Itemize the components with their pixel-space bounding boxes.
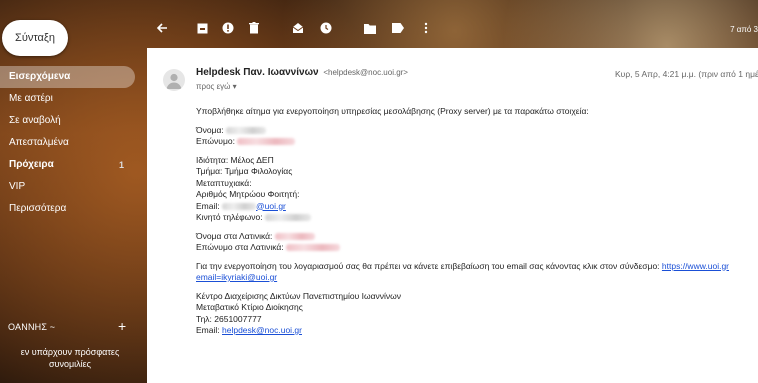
message-counter: 7 από 3 [730,25,758,34]
signature-email-link[interactable]: helpdesk@noc.uoi.gr [222,325,302,335]
sidebar-item-vip[interactable]: VIP [0,176,136,198]
delete-icon[interactable] [246,20,262,36]
department-row: Τμήμα: Τμήμα Φιλολογίας [196,166,293,176]
email-domain-link[interactable]: @uoi.gr [256,201,286,211]
redacted-value [274,232,315,240]
mark-unread-icon[interactable] [290,20,306,36]
sidebar-item-label: Περισσότερα [9,203,67,214]
hangouts-user-name[interactable]: ΟΑΝΝΗΣ ~ [8,322,55,332]
redacted-value [264,214,311,222]
drafts-count: 1 [118,160,124,170]
hangouts-empty-line: εν υπάρχουν πρόσφατες [20,347,120,357]
compose-label: Σύνταξη [15,32,55,44]
latin-first-name-label: Όνομα στα Λατινικά: [196,230,273,241]
back-arrow-icon[interactable] [154,20,170,36]
first-name-label: Όνομα: [196,124,224,135]
snooze-icon[interactable] [318,20,334,36]
message-date: Κυρ, 5 Απρ, 4:21 μ.μ. (πριν από 1 ημέρ [615,69,758,79]
sidebar-item-label: Σε αναβολή [9,115,61,126]
redacted-value [286,244,340,252]
postgrad-row: Μεταπτυχιακά: [196,177,252,188]
message-panel: Helpdesk Παν. Ιωαννίνων <helpdesk@noc.uo… [147,48,758,383]
more-vert-icon[interactable] [418,20,434,36]
sidebar-item-label: Απεσταλμένα [9,137,69,148]
activation-link[interactable]: https://www.uoi.gr [662,261,729,271]
move-to-icon[interactable] [362,20,378,36]
activation-row-cont: email=ikyriaki@uoi.gr [196,272,756,284]
report-spam-icon[interactable] [220,20,236,36]
student-id-row: Αριθμός Μητρώου Φοιτητή: [196,189,300,199]
signature-building: Μεταβατικό Κτίριο Διοίκησης [196,302,303,312]
sidebar-item-label: Εισερχόμενα [9,71,71,82]
sidebar-item-drafts[interactable]: Πρόχειρα 1 [0,154,136,176]
signature-org: Κέντρο Διαχείρισης Δικτύων Πανεπιστημίου… [196,290,402,301]
redacted-value [237,138,296,146]
activation-row: Για την ενεργοποίηση του λογαριασμού σας… [196,261,756,273]
sender-avatar [163,69,185,91]
recipients-toggle[interactable]: προς εγώ ▾ [196,82,237,91]
sidebar-item-snoozed[interactable]: Σε αναβολή [0,110,136,132]
sidebar-item-label: Πρόχειρα [9,159,54,170]
sidebar-item-inbox[interactable]: Εισερχόμενα [0,66,135,88]
activation-link-continued[interactable]: email=ikyriaki@uoi.gr [196,272,277,282]
email-label: Email: [196,200,220,211]
signature-phone: Τηλ: 2651007777 [196,313,262,324]
sidebar-item-starred[interactable]: Με αστέρι [0,88,136,110]
sender-line: Helpdesk Παν. Ιωαννίνων <helpdesk@noc.uo… [196,67,408,78]
labels-icon[interactable] [390,20,406,36]
new-conversation-button[interactable]: + [118,318,126,334]
last-name-label: Επώνυμο: [196,136,235,146]
sidebar-item-more[interactable]: Περισσότερα [0,198,136,220]
latin-last-name-label: Επώνυμο στα Λατινικά: [196,242,284,252]
signature-email-row: Email: helpdesk@noc.uoi.gr [196,325,756,337]
sidebar: Εισερχόμενα Με αστέρι Σε αναβολή Απεσταλ… [0,66,136,220]
hangouts-empty-line: συνομιλίες [48,359,92,369]
archive-icon[interactable] [194,20,210,36]
sender-name[interactable]: Helpdesk Παν. Ιωαννίνων [196,67,319,78]
sidebar-item-sent[interactable]: Απεσταλμένα [0,132,136,154]
sidebar-item-label: Με αστέρι [9,93,53,104]
signature-email-label: Email: [196,325,220,335]
redacted-value [222,202,256,210]
person-icon [166,73,182,89]
intro-text: Υποβλήθηκε αίτημα για ενεργοποίηση υπηρε… [196,106,589,116]
last-name-row: Επώνυμο: [196,136,756,148]
mobile-label: Κινητό τηλέφωνο: [196,212,263,222]
redacted-value [226,126,267,134]
mobile-row: Κινητό τηλέφωνο: [196,212,756,224]
hangouts-empty-message: εν υπάρχουν πρόσφατες συνομιλίες [0,346,140,370]
compose-button[interactable]: Σύνταξη [2,20,68,56]
sidebar-item-label: VIP [9,181,26,192]
property-row: Ιδιότητα: Μέλος ΔΕΠ [196,154,274,165]
message-body: Υποβλήθηκε αίτημα για ενεργοποίηση υπηρε… [196,106,756,337]
latin-last-name-row: Επώνυμο στα Λατινικά: [196,242,756,254]
email-row: Email: @uoi.gr [196,201,756,213]
activation-text: Για την ενεργοποίηση του λογαριασμού σας… [196,260,660,271]
latin-first-name-row: Όνομα στα Λατινικά: [196,231,756,243]
first-name-row: Όνομα: [196,125,756,137]
sender-address: <helpdesk@noc.uoi.gr> [323,68,408,77]
message-toolbar: 7 από 3 [150,14,758,42]
